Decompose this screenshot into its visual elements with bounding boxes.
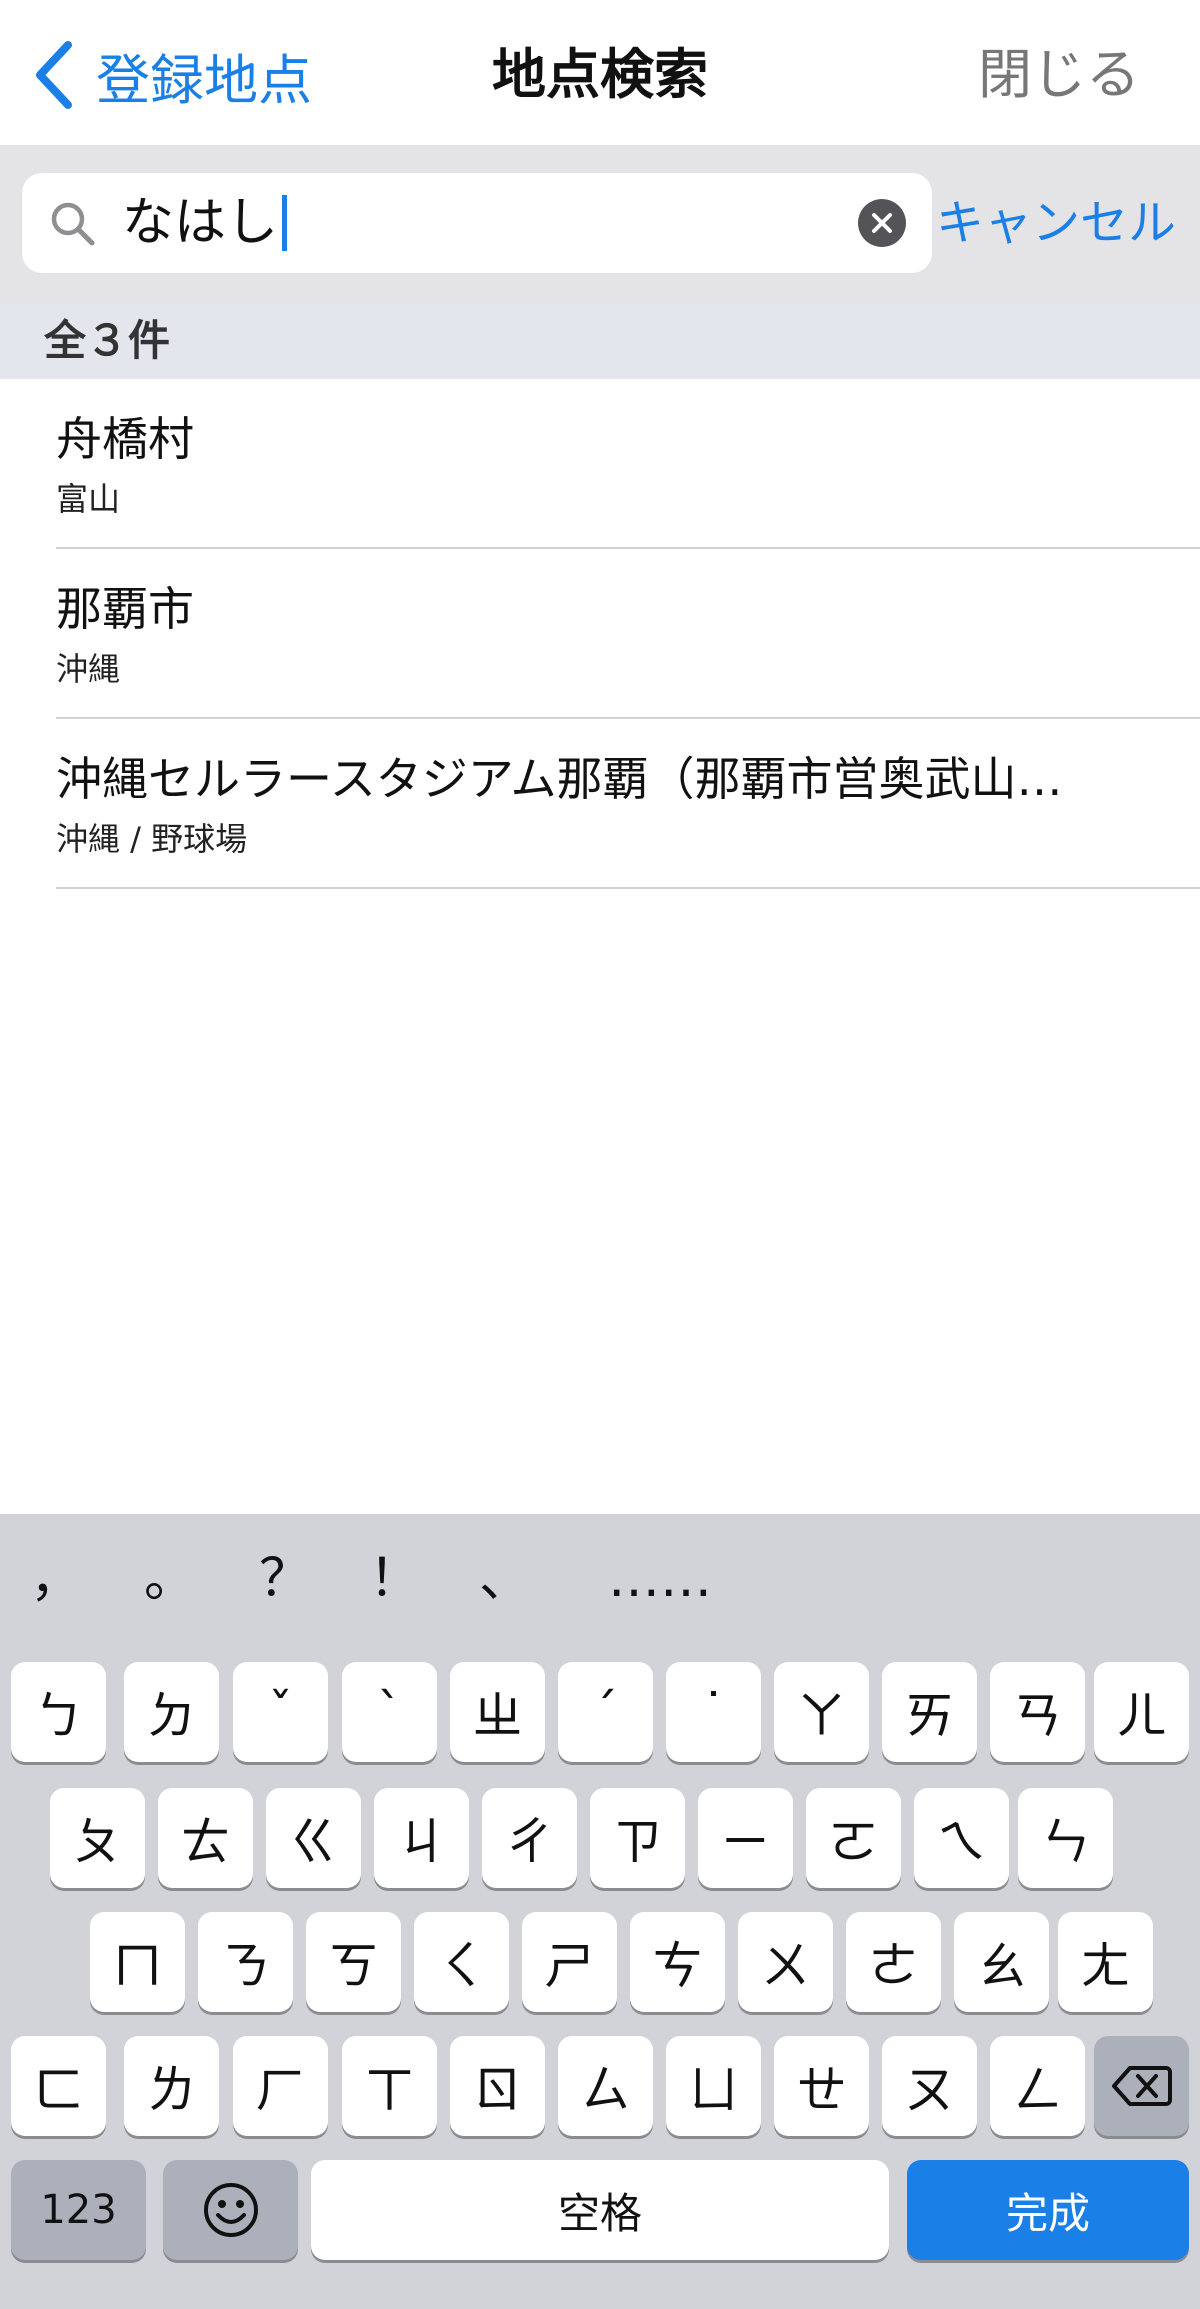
zhuyin-key[interactable]: ㄙ [558,2036,653,2136]
zhuyin-key[interactable]: ㄉ [124,1662,219,1762]
emoji-key[interactable] [163,2160,298,2260]
delete-key[interactable] [1094,2036,1189,2136]
zhuyin-key[interactable]: ㄚ [774,1662,869,1762]
zhuyin-key[interactable]: ㄅ [11,1662,106,1762]
text-caret [282,195,288,251]
results-count-header: 全３件 [0,302,1200,379]
zhuyin-key[interactable]: ㄐ [374,1788,469,1888]
zhuyin-key[interactable]: ㄔ [482,1788,577,1888]
zhuyin-key[interactable]: ㄖ [450,2036,545,2136]
zhuyin-key[interactable]: ㄈ [11,2036,106,2136]
punctuation-key[interactable]: ？ [255,1544,315,1614]
zhuyin-key[interactable]: ㄨ [738,1912,833,2012]
zhuyin-key[interactable]: ㄊ [158,1788,253,1888]
zhuyin-key[interactable]: ㄣ [1018,1788,1113,1888]
result-subtitle: 沖縄 / 野球場 [56,820,248,858]
zhuyin-key[interactable]: ㄩ [666,2036,761,2136]
search-bar-area: なはし キャンセル [0,145,1200,302]
results-list: 舟橋村 富山 那覇市 沖縄 沖縄セルラースタジアム那覇（那覇市営奥武山… 沖縄 … [0,379,1200,889]
zhuyin-key[interactable]: ㄍ [266,1788,361,1888]
zhuyin-key[interactable]: ㄢ [990,1662,1085,1762]
done-key[interactable]: 完成 [907,2160,1189,2260]
zhuyin-key[interactable]: ㄧ [698,1788,793,1888]
zhuyin-key[interactable]: ㄦ [1094,1662,1189,1762]
zhuyin-key[interactable]: ㄟ [914,1788,1009,1888]
zhuyin-key[interactable]: ㄡ [882,2036,977,2136]
zhuyin-key[interactable]: ㄕ [522,1912,617,2012]
smiley-face-icon [203,2183,258,2237]
clear-x-icon [872,213,892,233]
zhuyin-key[interactable]: ˙ [666,1662,761,1762]
search-field[interactable]: なはし [22,173,932,273]
zhuyin-key[interactable]: ㄠ [954,1912,1049,2012]
result-item[interactable]: 舟橋村 富山 [0,379,1200,549]
zhuyin-key[interactable]: ㄗ [590,1788,685,1888]
search-icon [51,202,95,246]
results-count: 全３件 [44,316,171,365]
row-divider [56,887,1200,889]
result-title: 舟橋村 [56,412,194,466]
result-subtitle: 富山 [56,480,121,518]
clear-search-button[interactable] [858,199,906,247]
zhuyin-key[interactable]: ˊ [558,1662,653,1762]
zhuyin-key[interactable]: ㄓ [450,1662,545,1762]
space-key[interactable]: 空格 [311,2160,889,2260]
zhuyin-key[interactable]: ㄎ [306,1912,401,2012]
result-subtitle: 沖縄 [56,650,121,688]
search-query: なはし [122,193,279,253]
zhuyin-key[interactable]: ㄥ [990,2036,1085,2136]
navigation-bar: 登録地点 地点検索 閉じる [0,0,1200,145]
zhuyin-key[interactable]: ㄋ [198,1912,293,2012]
zhuyin-key[interactable]: ㄑ [414,1912,509,2012]
result-item[interactable]: 沖縄セルラースタジアム那覇（那覇市営奥武山… 沖縄 / 野球場 [0,719,1200,889]
zhuyin-key[interactable]: ˇ [233,1662,328,1762]
zhuyin-key[interactable]: ㄛ [806,1788,901,1888]
zhuyin-key[interactable]: ㄞ [882,1662,977,1762]
zhuyin-key[interactable]: ㄤ [1058,1912,1153,2012]
zhuyin-key[interactable]: ㄇ [90,1912,185,2012]
punctuation-key[interactable]: 、 [475,1544,535,1614]
zhuyin-keyboard: ， 。 ？ ！ 、 …… ㄅ ㄉ ˇ ˋ ㄓ ˊ ˙ ㄚ ㄞ ㄢ ㄦ ㄆ ㄊ ㄍ… [0,1514,1200,2309]
zhuyin-key[interactable]: ㄜ [846,1912,941,2012]
zhuyin-key[interactable]: ㄏ [233,2036,328,2136]
close-button[interactable]: 閉じる [978,40,1140,110]
zhuyin-key[interactable]: ˋ [342,1662,437,1762]
punctuation-key[interactable]: ！ [365,1544,425,1614]
zhuyin-key[interactable]: ㄘ [630,1912,725,2012]
punctuation-key[interactable]: 。 [140,1544,200,1614]
backspace-icon [1111,2066,1172,2106]
zhuyin-key[interactable]: ㄌ [124,2036,219,2136]
numbers-key[interactable]: 123 [11,2160,146,2260]
search-input[interactable]: なはし [122,191,288,255]
zhuyin-key[interactable]: ㄆ [50,1788,145,1888]
result-title: 沖縄セルラースタジアム那覇（那覇市営奥武山… [56,752,1063,806]
punctuation-key[interactable]: …… [590,1544,730,1614]
zhuyin-key[interactable]: ㄝ [774,2036,869,2136]
result-title: 那覇市 [56,582,194,636]
punctuation-suggestion-bar: ， 。 ？ ！ 、 …… [0,1514,1200,1644]
cancel-button[interactable]: キャンセル [936,193,1176,253]
result-item[interactable]: 那覇市 沖縄 [0,549,1200,719]
zhuyin-key[interactable]: ㄒ [342,2036,437,2136]
punctuation-key[interactable]: ， [30,1544,82,1614]
